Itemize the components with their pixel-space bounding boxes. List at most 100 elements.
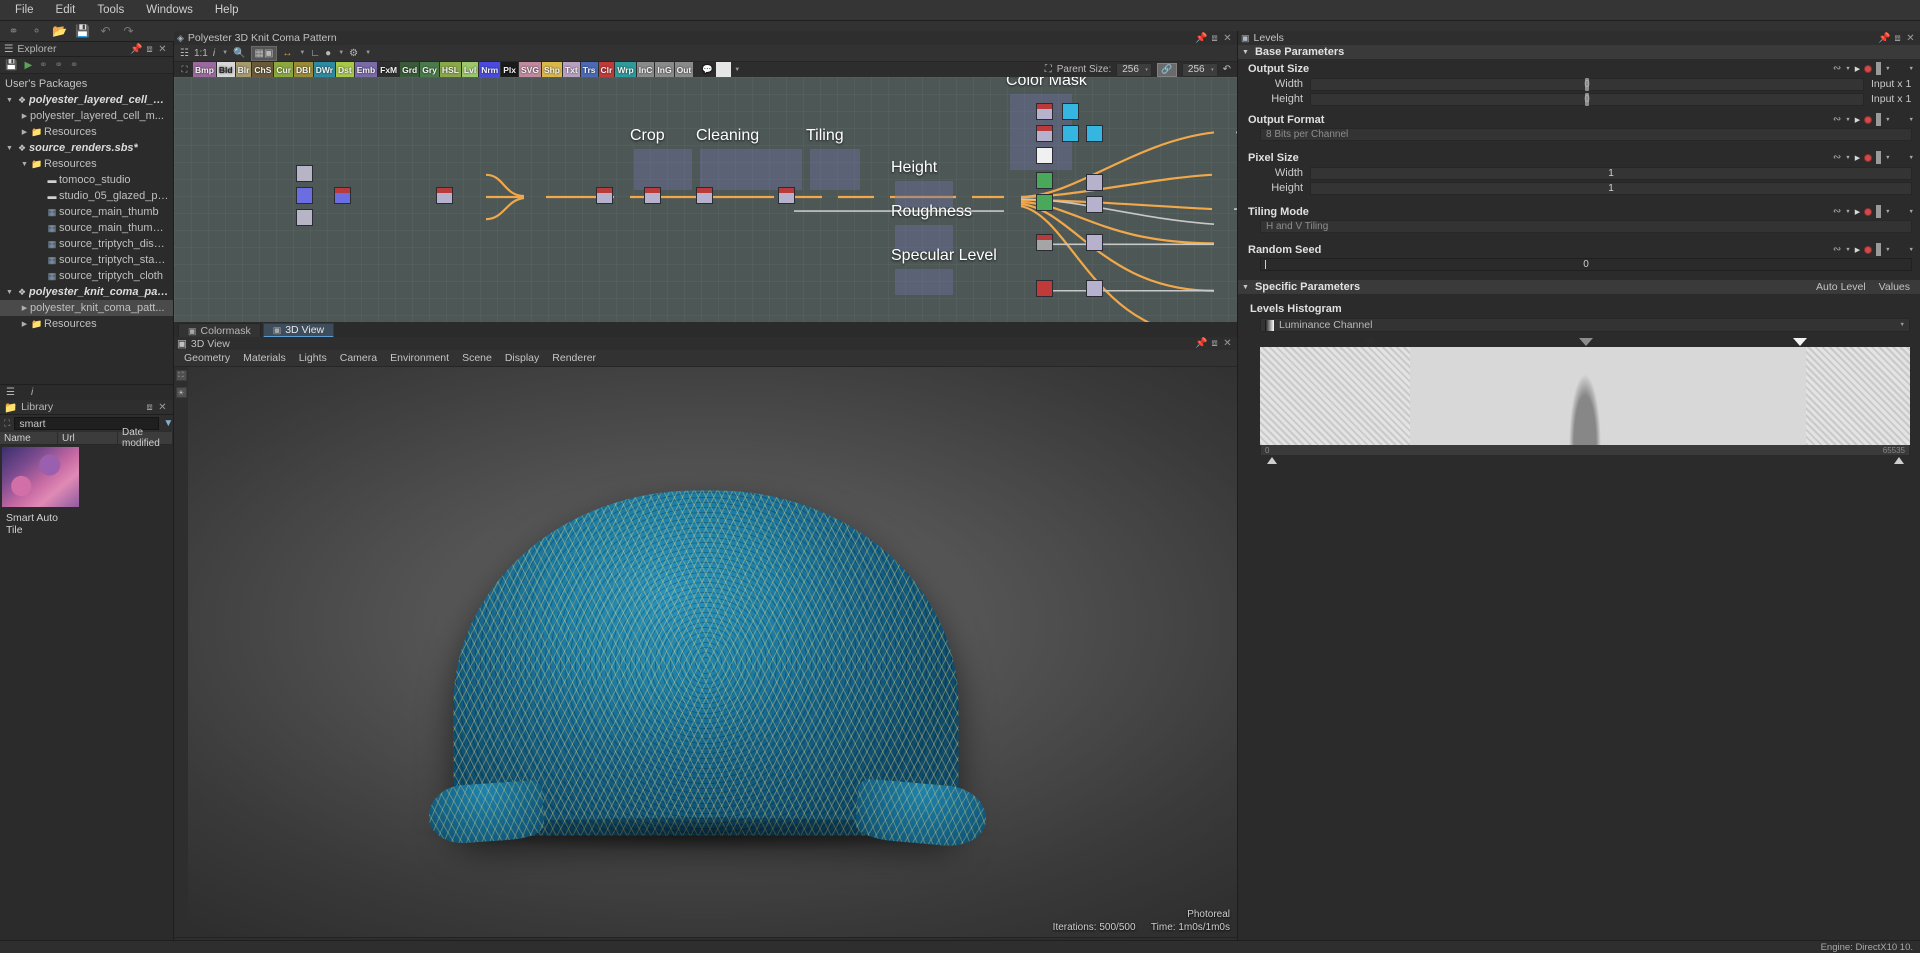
parent-size-width-select[interactable]: 256 bbox=[1116, 63, 1152, 77]
properties-pin-icon[interactable]: 📌 bbox=[1878, 32, 1891, 45]
tree-item-package[interactable]: ▼❖polyester_layered_cell_me... bbox=[0, 92, 173, 108]
node-palette-button[interactable]: SVG bbox=[519, 62, 541, 77]
chevron-down-icon[interactable]: ▼ bbox=[19, 161, 30, 168]
view3d-viewport[interactable]: ⛶ ☀ Photoreal Iterations: 500/500 Time: … bbox=[174, 367, 1237, 937]
chevron-down-icon[interactable]: ▼ bbox=[1845, 209, 1850, 215]
tree-item-folder[interactable]: ▶📁Resources bbox=[0, 124, 173, 140]
chevron-right-icon[interactable]: ▶ bbox=[19, 304, 30, 312]
graph-node[interactable] bbox=[596, 187, 613, 204]
chevron-right-icon[interactable]: ▶ bbox=[19, 112, 30, 120]
chevron-down-icon[interactable]: ▼ bbox=[4, 289, 15, 296]
chevron-down-icon[interactable]: ▼ bbox=[338, 50, 344, 56]
graph-canvas[interactable]: CropCleaningTilingColor MaskHeightRoughn… bbox=[174, 77, 1237, 322]
graph-node[interactable] bbox=[1036, 172, 1053, 189]
chevron-down-icon[interactable]: ▼ bbox=[1909, 117, 1914, 123]
node-palette-button[interactable]: Dst bbox=[336, 62, 354, 77]
play-icon[interactable]: ▶ bbox=[1855, 116, 1860, 124]
output-size-height-slider[interactable]: 0 bbox=[1310, 93, 1864, 106]
menu-camera[interactable]: Camera bbox=[334, 351, 383, 365]
info-tab-icon[interactable]: i bbox=[31, 387, 33, 398]
auto-level-button[interactable]: Auto Level bbox=[1816, 281, 1866, 293]
properties-float-icon[interactable]: ⧈ bbox=[1891, 32, 1904, 45]
run-icon[interactable]: ▶ bbox=[24, 60, 32, 71]
move-tool-icon[interactable]: ⛶ bbox=[176, 370, 187, 381]
function-icon[interactable]: ∾ bbox=[1833, 63, 1841, 74]
function-icon[interactable]: ∾ bbox=[1833, 114, 1841, 125]
info-icon[interactable]: i bbox=[213, 48, 215, 59]
node-group-frame[interactable] bbox=[810, 149, 860, 190]
graph-pin-icon[interactable]: 📌 bbox=[1195, 32, 1208, 45]
node-palette-button[interactable]: Trs bbox=[581, 62, 598, 77]
tree-item-file[interactable]: ▦source_triptych_cloth bbox=[0, 268, 173, 284]
library-browse-icon[interactable]: ⛶ bbox=[4, 418, 10, 429]
graph-float-icon[interactable]: ⧈ bbox=[1208, 32, 1221, 45]
chevron-down-icon[interactable]: ▼ bbox=[734, 67, 740, 73]
play-icon[interactable]: ▶ bbox=[1855, 154, 1860, 162]
chevron-down-icon[interactable]: ▼ bbox=[1885, 155, 1890, 161]
graph-node[interactable] bbox=[296, 187, 313, 204]
chevron-down-icon[interactable]: ▼ bbox=[1909, 247, 1914, 253]
graph-node[interactable] bbox=[778, 187, 795, 204]
chevron-down-icon[interactable]: ▼ bbox=[1885, 209, 1890, 215]
histogram-plot[interactable] bbox=[1260, 347, 1910, 445]
node-palette-button[interactable]: Shp bbox=[542, 62, 562, 77]
column-url[interactable]: Url bbox=[58, 432, 118, 444]
chevron-down-icon[interactable]: ▼ bbox=[4, 145, 15, 152]
search-icon[interactable]: 🔍 bbox=[233, 48, 245, 59]
mid-point-handle[interactable] bbox=[1579, 338, 1593, 346]
node-palette-button[interactable]: Grd bbox=[400, 62, 419, 77]
chevron-down-icon[interactable]: ▼ bbox=[4, 97, 15, 104]
float-icon[interactable]: ⧈ bbox=[143, 43, 156, 56]
explorer-tab-icon[interactable]: ☰ bbox=[6, 387, 15, 398]
graph-node[interactable] bbox=[334, 187, 351, 204]
tree-item-graph[interactable]: ▶⁘polyester_knit_coma_patt... bbox=[0, 300, 173, 316]
menu-materials[interactable]: Materials bbox=[237, 351, 292, 365]
explorer-tree[interactable]: User's Packages ▼❖polyester_layered_cell… bbox=[0, 74, 173, 384]
properties-close-icon[interactable]: ✕ bbox=[1904, 32, 1917, 45]
node-palette-button[interactable]: Cur bbox=[274, 62, 293, 77]
chevron-down-icon[interactable]: ▼ bbox=[1885, 117, 1890, 123]
view3d-pin-icon[interactable]: 📌 bbox=[1195, 337, 1208, 350]
column-name[interactable]: Name bbox=[0, 432, 58, 444]
tab-colormask[interactable]: ▣ Colormask bbox=[178, 323, 261, 338]
chevron-down-icon[interactable]: ▼ bbox=[1885, 66, 1890, 72]
link-a-icon[interactable]: ⚭ bbox=[39, 60, 47, 71]
graph-node[interactable] bbox=[1036, 280, 1053, 297]
histogram-channel-select[interactable]: Luminance Channel ▼ bbox=[1260, 318, 1910, 332]
tree-item-graph[interactable]: ▶⁘polyester_layered_cell_m... bbox=[0, 108, 173, 124]
play-icon[interactable]: ▶ bbox=[1855, 65, 1860, 73]
node-palette-button[interactable]: DWr bbox=[314, 62, 335, 77]
graph-node[interactable] bbox=[1086, 174, 1103, 191]
parent-size-browse-icon[interactable]: ⛶ bbox=[1045, 64, 1052, 75]
chevron-down-icon[interactable]: ▼ bbox=[299, 50, 305, 56]
function-icon[interactable]: ∾ bbox=[1833, 206, 1841, 217]
graph-node[interactable] bbox=[296, 209, 313, 226]
tab-3d-view[interactable]: ▣ 3D View bbox=[263, 323, 334, 338]
link-icon[interactable]: ⚭ bbox=[6, 24, 21, 38]
chevron-down-icon[interactable]: ▼ bbox=[365, 50, 371, 56]
menu-geometry[interactable]: Geometry bbox=[178, 351, 236, 365]
tree-item-file[interactable]: ▦source_main_thumb bbox=[0, 204, 173, 220]
tree-item-file[interactable]: ▬tomoco_studio bbox=[0, 172, 173, 188]
zoom-level-label[interactable]: 1:1 bbox=[194, 48, 208, 59]
save-icon[interactable]: 💾 bbox=[5, 60, 17, 71]
right-angle-wire-icon[interactable]: ∟ bbox=[310, 48, 320, 59]
node-palette-button[interactable]: Lvl bbox=[462, 62, 478, 77]
graph-node[interactable] bbox=[1086, 234, 1103, 251]
view3d-close-icon[interactable]: ✕ bbox=[1221, 337, 1234, 350]
graph-node[interactable] bbox=[436, 187, 453, 204]
node-palette-button[interactable]: HSL bbox=[440, 62, 461, 77]
menu-edit[interactable]: Edit bbox=[45, 2, 87, 18]
tiling-mode-select[interactable]: H and V Tiling bbox=[1260, 220, 1912, 233]
histogram-handles[interactable] bbox=[1260, 338, 1910, 347]
section-specific-parameters[interactable]: ▼ Specific Parameters Auto Level Values bbox=[1238, 280, 1920, 295]
list-item[interactable]: Smart Auto Tile bbox=[2, 447, 79, 536]
function-icon[interactable]: ∾ bbox=[1833, 152, 1841, 163]
menu-scene[interactable]: Scene bbox=[456, 351, 498, 365]
node-palette-button[interactable]: Nrm bbox=[479, 62, 500, 77]
link-b-icon[interactable]: ⚭ bbox=[55, 60, 63, 71]
random-seed-input[interactable]: 0 bbox=[1260, 258, 1912, 271]
graph-node[interactable] bbox=[1086, 280, 1103, 297]
library-close-icon[interactable]: ✕ bbox=[156, 401, 169, 414]
menu-lights[interactable]: Lights bbox=[293, 351, 333, 365]
